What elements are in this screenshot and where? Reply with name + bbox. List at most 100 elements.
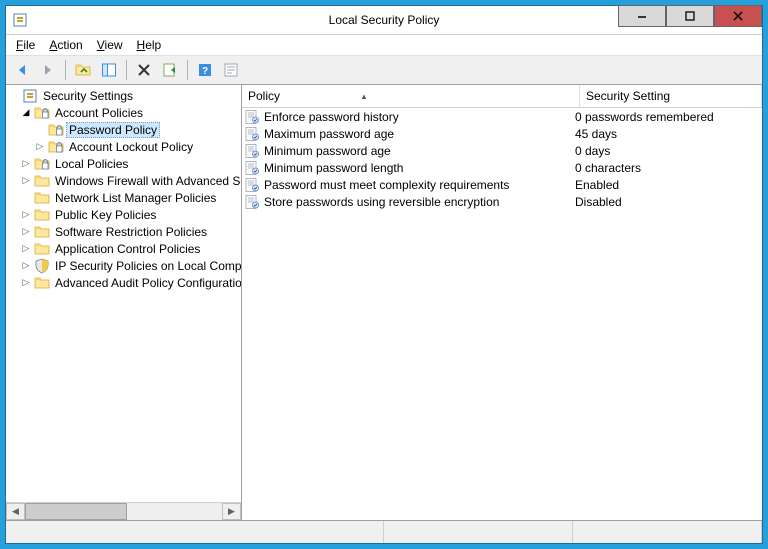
folder-icon (34, 207, 50, 223)
close-button[interactable] (714, 5, 762, 27)
policy-item-icon (244, 109, 260, 125)
app-window: Local Security Policy File Action View H… (5, 5, 763, 544)
collapse-icon[interactable]: ◢ (20, 107, 32, 119)
tree-item-public-key-policies[interactable]: ▷ Public Key Policies (6, 206, 241, 223)
properties-button[interactable] (219, 58, 243, 82)
policy-value: Enabled (575, 178, 619, 192)
app-icon (12, 12, 28, 28)
policy-value: 45 days (575, 127, 617, 141)
menu-file[interactable]: File (10, 36, 41, 54)
tree-horizontal-scrollbar[interactable]: ◀ ▶ (6, 502, 241, 520)
tree-label-selected: Password Policy (66, 122, 160, 138)
column-label: Security Setting (586, 89, 670, 103)
scroll-track[interactable] (25, 503, 222, 520)
policy-name-cell: Store passwords using reversible encrypt… (242, 194, 569, 210)
policy-row[interactable]: Enforce password history 0 passwords reme… (242, 108, 762, 125)
folder-icon (34, 275, 50, 291)
tree-root-security-settings[interactable]: Security Settings (6, 87, 241, 104)
tree-item-windows-firewall[interactable]: ▷ Windows Firewall with Advanced Securit… (6, 172, 241, 189)
expand-icon[interactable]: ▷ (20, 209, 32, 221)
policy-name: Maximum password age (264, 127, 394, 141)
policy-item-icon (244, 160, 260, 176)
tree-label: Security Settings (40, 88, 136, 104)
folder-icon (48, 122, 64, 138)
status-cell (6, 521, 384, 543)
column-header-security-setting[interactable]: Security Setting (580, 85, 762, 107)
tree-item-local-policies[interactable]: ▷ Local Policies (6, 155, 241, 172)
export-button[interactable] (158, 58, 182, 82)
tree-item-ip-security[interactable]: ▷ IP Security Policies on Local Computer (6, 257, 241, 274)
tree-pane: Security Settings ◢ Account Policies Pas… (6, 85, 242, 520)
tree-label: Software Restriction Policies (52, 224, 210, 240)
tree-label: Advanced Audit Policy Configuration (52, 275, 241, 291)
policy-value: 0 characters (575, 161, 641, 175)
policy-row[interactable]: Minimum password age 0 days (242, 142, 762, 159)
scroll-left-button[interactable]: ◀ (6, 503, 25, 520)
menu-action[interactable]: Action (43, 36, 88, 54)
policy-name: Password must meet complexity requiremen… (264, 178, 509, 192)
policy-row[interactable]: Minimum password length 0 characters (242, 159, 762, 176)
policy-list[interactable]: Enforce password history 0 passwords reme… (242, 108, 762, 520)
forward-button[interactable] (36, 58, 60, 82)
menu-view[interactable]: View (91, 36, 129, 54)
up-button[interactable] (71, 58, 95, 82)
menu-help[interactable]: Help (131, 36, 168, 54)
policy-name-cell: Minimum password length (242, 160, 569, 176)
tree-item-application-control[interactable]: ▷ Application Control Policies (6, 240, 241, 257)
expand-icon[interactable]: ▷ (20, 243, 32, 255)
tree-item-advanced-audit[interactable]: ▷ Advanced Audit Policy Configuration (6, 274, 241, 291)
policy-value: 0 days (575, 144, 610, 158)
policy-name: Minimum password length (264, 161, 403, 175)
expand-icon[interactable]: ▷ (20, 277, 32, 289)
policy-row[interactable]: Store passwords using reversible encrypt… (242, 193, 762, 210)
policy-value-cell: 0 days (569, 144, 762, 158)
policy-item-icon (244, 177, 260, 193)
security-settings-icon (22, 88, 38, 104)
list-pane: Policy ▲ Security Setting Enforce passwo… (242, 85, 762, 520)
tree-item-software-restriction[interactable]: ▷ Software Restriction Policies (6, 223, 241, 240)
policy-name: Enforce password history (264, 110, 399, 124)
scroll-right-button[interactable]: ▶ (222, 503, 241, 520)
sort-asc-icon: ▲ (360, 92, 368, 101)
column-header-policy[interactable]: Policy ▲ (242, 85, 580, 107)
expand-icon[interactable]: ▷ (20, 226, 32, 238)
folder-icon (34, 224, 50, 240)
policy-value-cell: Enabled (569, 178, 762, 192)
show-hide-tree-button[interactable] (97, 58, 121, 82)
policy-name-cell: Minimum password age (242, 143, 569, 159)
minimize-button[interactable] (618, 5, 666, 27)
policy-value-cell: 0 characters (569, 161, 762, 175)
expand-icon[interactable]: ▷ (20, 175, 32, 187)
delete-button[interactable] (132, 58, 156, 82)
folder-icon (34, 173, 50, 189)
maximize-button[interactable] (666, 5, 714, 27)
menubar: File Action View Help (6, 35, 762, 55)
tree-item-network-list-manager[interactable]: Network List Manager Policies (6, 189, 241, 206)
content-area: Security Settings ◢ Account Policies Pas… (6, 85, 762, 520)
shield-icon (34, 258, 50, 274)
tree-item-password-policy[interactable]: Password Policy (6, 121, 241, 138)
titlebar[interactable]: Local Security Policy (6, 6, 762, 35)
tree-item-account-policies[interactable]: ◢ Account Policies (6, 104, 241, 121)
tree-item-account-lockout-policy[interactable]: ▷ Account Lockout Policy (6, 138, 241, 155)
tree-label: Network List Manager Policies (52, 190, 219, 206)
policy-value-cell: 0 passwords remembered (569, 110, 762, 124)
expand-icon[interactable]: ▷ (34, 141, 46, 153)
tree-label: Windows Firewall with Advanced Security (52, 173, 241, 189)
help-button[interactable]: ? (193, 58, 217, 82)
column-headers: Policy ▲ Security Setting (242, 85, 762, 108)
toolbar-sep (126, 60, 127, 80)
expand-icon[interactable]: ▷ (20, 260, 32, 272)
policy-name-cell: Enforce password history (242, 109, 569, 125)
expand-icon[interactable] (8, 90, 20, 102)
tree[interactable]: Security Settings ◢ Account Policies Pas… (6, 85, 241, 502)
expand-icon[interactable]: ▷ (20, 158, 32, 170)
back-button[interactable] (10, 58, 34, 82)
policy-row[interactable]: Password must meet complexity requiremen… (242, 176, 762, 193)
toolbar-sep (187, 60, 188, 80)
policy-row[interactable]: Maximum password age 45 days (242, 125, 762, 142)
statusbar (6, 520, 762, 543)
policy-value-cell: 45 days (569, 127, 762, 141)
policy-name-cell: Password must meet complexity requiremen… (242, 177, 569, 193)
scroll-thumb[interactable] (25, 503, 127, 520)
